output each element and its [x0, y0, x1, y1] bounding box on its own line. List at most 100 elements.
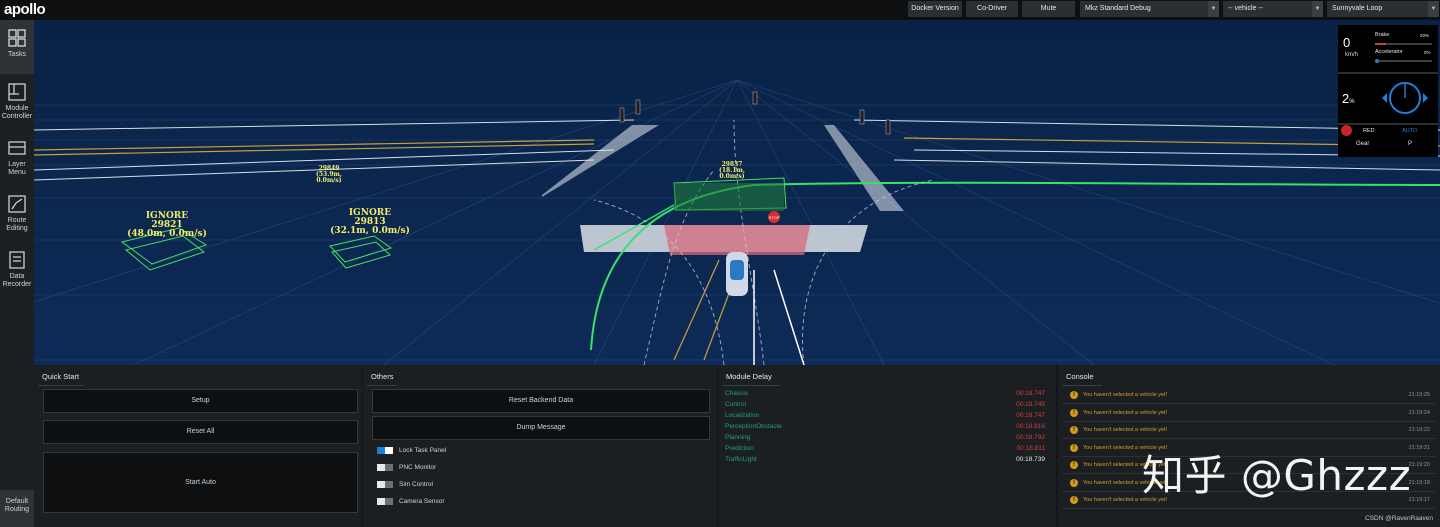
console-time: 21:19:21: [1408, 445, 1430, 451]
warning-icon: !: [1070, 391, 1078, 399]
sidebar-item-label: Tasks: [8, 51, 26, 58]
speed-unit: km/h: [1345, 52, 1359, 58]
module-delay-value: 00:18.811: [1016, 445, 1045, 452]
module-name: Planning: [725, 434, 751, 441]
obstacle-distance: (48.0m, 0.0m/s): [127, 229, 207, 239]
panel-title: Quick Start: [42, 372, 80, 381]
sidebar-item-label: Module Controller: [1, 105, 33, 120]
quick-start-panel: Quick Start Setup Reset All Start Auto: [34, 365, 362, 527]
module-delay-panel: Module Delay Chassis 00:18.747 Control 00:…: [718, 365, 1056, 527]
others-panel: Others Reset Backend Data Dump Message L…: [363, 365, 717, 527]
module-delay-row: Localization 00:18.747: [725, 412, 1045, 423]
brake-value: 20%: [1420, 33, 1430, 38]
title-underline: [38, 385, 83, 386]
sidebar-item-label: Data Recorder: [2, 273, 32, 288]
reset-all-button[interactable]: Reset All: [43, 420, 358, 444]
panel-title: Module Delay: [726, 372, 772, 381]
console-time: 21:19:25: [1408, 392, 1430, 398]
console-message: You haven't selected a vehicle yet!: [1083, 410, 1168, 416]
console-message: You haven't selected a vehicle yet!: [1083, 392, 1168, 398]
vehicle-select[interactable]: -- vehicle -- ▼: [1223, 1, 1323, 17]
obstacle-distance: (53.9m, 0.0m/s): [316, 171, 342, 184]
module-name: TrafficLight: [725, 456, 757, 463]
toggle-switch[interactable]: [377, 447, 393, 454]
mute-button[interactable]: Mute: [1022, 1, 1075, 17]
module-name: Control: [725, 401, 746, 408]
title-underline: [1062, 385, 1102, 386]
toggle-switch[interactable]: [377, 464, 393, 471]
title-underline: [722, 385, 780, 386]
sidebar-item-layer-menu[interactable]: Layer Menu: [0, 130, 34, 186]
drive-mode-label: AUTO: [1402, 128, 1418, 134]
map-select[interactable]: Sunnyvale Loop ▼: [1327, 1, 1439, 17]
divider: [1338, 123, 1438, 125]
sidebar-item-label: Route Editing: [6, 217, 28, 232]
module-delay-value: 00:18.816: [1016, 423, 1045, 430]
toggle-switch[interactable]: [377, 481, 393, 488]
obstacle-distance: (18.1m, 0.0m/s): [719, 167, 745, 180]
setup-button[interactable]: Setup: [43, 389, 358, 413]
brake-bar: [1375, 43, 1432, 45]
module-delay-row: Prediction 00:18.811: [725, 445, 1045, 456]
console-time: 21:19:24: [1408, 410, 1430, 416]
obstacle-label: IGNORE 29821 (48.0m, 0.0m/s): [122, 212, 212, 239]
sidebar-item-tasks[interactable]: Tasks: [0, 20, 34, 74]
signal-label: RED: [1363, 128, 1375, 134]
gear-value: P: [1408, 141, 1413, 147]
layer-menu-icon: [8, 141, 26, 155]
module-delay-row: TrafficLight 00:18.739: [725, 456, 1045, 467]
speed-value: 0: [1343, 35, 1351, 50]
module-name: Localization: [725, 412, 760, 419]
gear-label: Gear: [1356, 141, 1370, 147]
console-time: 21:19:20: [1408, 462, 1430, 468]
sidebar-item-label: Layer Menu: [8, 161, 26, 176]
obstacle-distance: (32.1m, 0.0m/s): [330, 226, 410, 236]
warning-icon: !: [1070, 444, 1078, 452]
warning-icon: !: [1070, 426, 1078, 434]
chevron-down-icon: ▼: [1208, 1, 1219, 17]
sidebar-item-data-recorder[interactable]: Data Recorder: [0, 242, 34, 298]
map-select-value: Sunnyvale Loop: [1332, 5, 1383, 12]
accelerator-indicator: [1375, 59, 1379, 63]
module-delay-value: 00:18.739: [1016, 456, 1045, 463]
sidebar-item-module-controller[interactable]: Module Controller: [0, 74, 34, 130]
toggle-knob: [385, 447, 393, 454]
sidebar: Tasks Module Controller Layer Menu Route…: [0, 20, 34, 527]
toggle-knob: [377, 464, 385, 471]
toggle-knob: [377, 481, 385, 488]
watermark: 知乎 @Ghzzz: [1142, 451, 1412, 500]
warning-icon: !: [1070, 409, 1078, 417]
scene-canvas: STOP: [34, 20, 1440, 365]
toggle-knob: [377, 498, 385, 505]
brake-bar-fill: [1375, 43, 1387, 45]
3d-scene-view[interactable]: STOP IGNORE 29821 (48.0m, 0.0m/s) IGNORE…: [34, 20, 1440, 365]
toggle-switch[interactable]: [377, 498, 393, 505]
module-controller-icon: [8, 83, 26, 101]
stop-sign-text: STOP: [769, 215, 780, 220]
module-delay-value: 00:18.747: [1016, 412, 1045, 419]
grid-icon: [8, 29, 26, 47]
chevron-down-icon: ▼: [1428, 1, 1439, 17]
obstacle-label: 29837 (18.1m, 0.0m/s): [707, 162, 757, 180]
dump-message-button[interactable]: Dump Message: [372, 416, 710, 440]
panel-title: Others: [371, 372, 394, 381]
vehicle-select-value: -- vehicle --: [1228, 5, 1264, 12]
module-name: PerceptionObstacle: [725, 423, 782, 430]
docker-version-button[interactable]: Docker Version: [908, 1, 962, 17]
default-routing-button[interactable]: Default Routing: [0, 490, 34, 527]
obstacle-label: 29849 (53.9m, 0.0m/s): [304, 166, 354, 184]
mode-select[interactable]: Mkz Standard Debug ▼: [1080, 1, 1219, 17]
toggle-label: Camera Sensor: [399, 498, 445, 505]
module-delay-row: Planning 00:18.792: [725, 434, 1045, 445]
reset-backend-data-button[interactable]: Reset Backend Data: [372, 389, 710, 413]
co-driver-button[interactable]: Co-Driver: [966, 1, 1018, 17]
start-auto-button[interactable]: Start Auto: [43, 452, 358, 513]
sidebar-item-route-editing[interactable]: Route Editing: [0, 186, 34, 242]
traffic-signal-icon: [1341, 125, 1352, 136]
top-bar: apollo Docker Version Co-Driver Mute Mkz…: [0, 0, 1440, 20]
steering-value: 2%: [1342, 91, 1355, 106]
toggle-label: Lock Task Panel: [399, 447, 447, 454]
warning-icon: !: [1070, 496, 1078, 504]
console-message: You haven't selected a vehicle yet!: [1083, 427, 1168, 433]
module-name: Prediction: [725, 445, 754, 452]
